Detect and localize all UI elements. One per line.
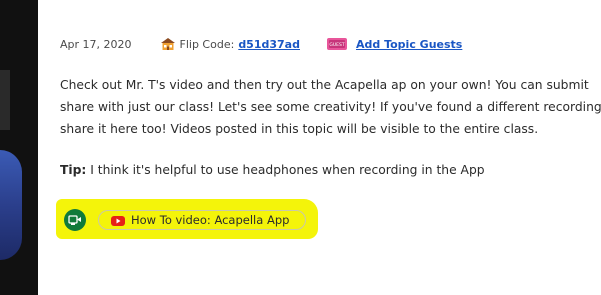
description-line: share it here too! Videos posted in this…	[60, 122, 539, 136]
video-link-button[interactable]: How To video: Acapella App	[98, 210, 306, 230]
video-link-label: How To video: Acapella App	[131, 213, 290, 227]
description-line: share with just our class! Let's see som…	[60, 100, 601, 114]
tip-label: Tip:	[60, 163, 87, 177]
guest-ticket-icon: GUEST	[326, 37, 348, 51]
flip-code-link[interactable]: d51d37ad	[238, 38, 300, 51]
sidebar-photo-edge	[0, 0, 38, 295]
tip-text: I think it's helpful to use headphones w…	[86, 163, 485, 177]
flip-code-label: Flip Code:	[179, 37, 235, 51]
topic-tip: Tip: I think it's helpful to use headpho…	[60, 159, 485, 181]
house-icon	[160, 37, 176, 51]
topic-post-view: Apr 17, 2020 Flip Code: d51d37ad GUEST A…	[0, 0, 601, 295]
youtube-icon	[111, 215, 125, 226]
topic-description: Check out Mr. T's video and then try out…	[60, 74, 601, 140]
topic-meta-row: Apr 17, 2020 Flip Code: d51d37ad GUEST A…	[60, 35, 462, 53]
add-topic-guests-link[interactable]: Add Topic Guests	[356, 38, 462, 51]
video-resource-icon[interactable]	[64, 209, 86, 231]
guest-badge-text: GUEST	[329, 42, 344, 48]
topic-date: Apr 17, 2020	[60, 37, 132, 51]
description-line: Check out Mr. T's video and then try out…	[60, 78, 589, 92]
